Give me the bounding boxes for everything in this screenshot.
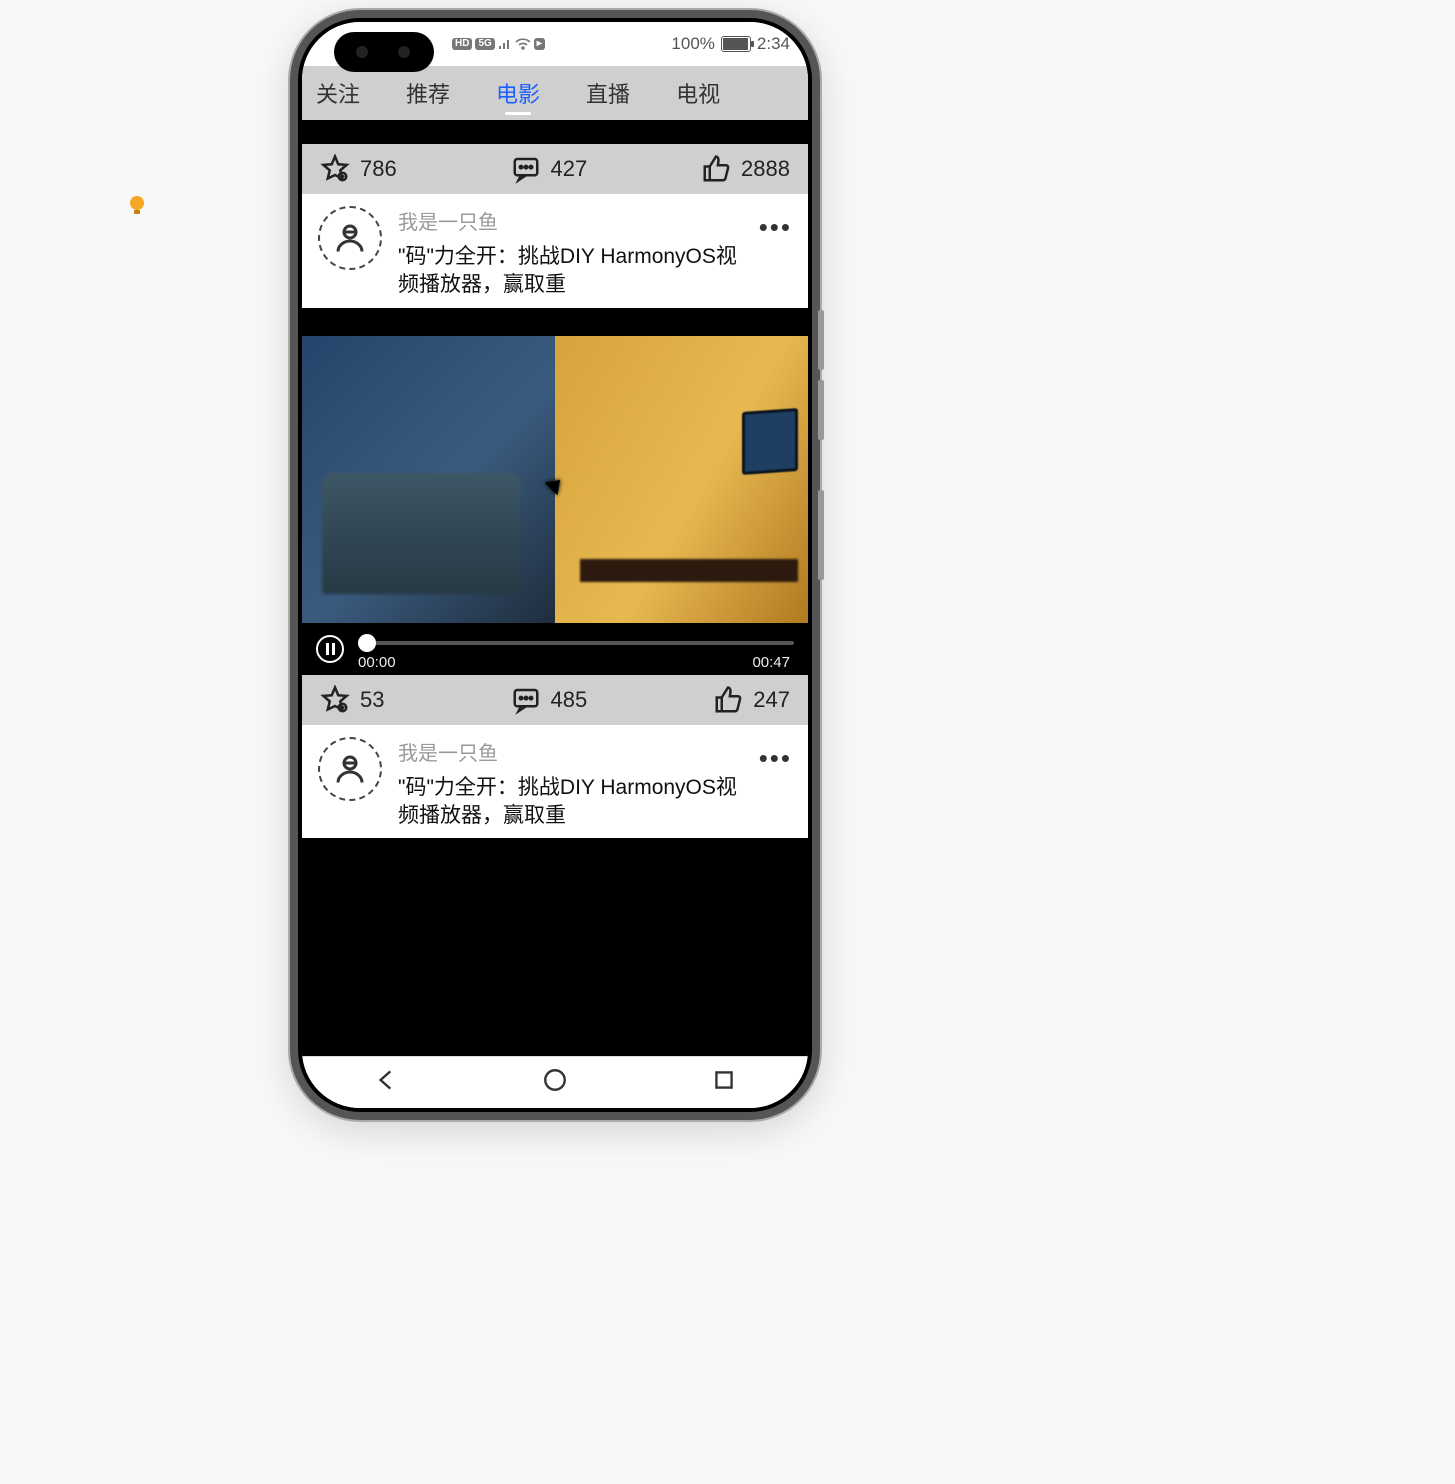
avatar[interactable]: [318, 737, 382, 801]
nav-back[interactable]: [373, 1067, 399, 1098]
player-controls: 00:00 00:47: [302, 623, 808, 675]
spacer: [302, 120, 808, 144]
post-title: "码"力全开：挑战DIY HarmonyOS视频播放器，赢取重: [398, 774, 743, 831]
tab-live[interactable]: 直播: [586, 77, 630, 109]
feed[interactable]: 786 427 2888: [302, 120, 808, 1056]
phone-frame: HD 5G ▸ 100% 2:34 关注 推荐 电影 直播 电视: [290, 10, 820, 1120]
favorite-stat[interactable]: 53: [320, 685, 384, 715]
progress-bar[interactable]: [358, 641, 794, 645]
tab-tv[interactable]: 电视: [676, 77, 720, 109]
post-header: 我是一只鱼 "码"力全开：挑战DIY HarmonyOS视频播放器，赢取重 ••…: [302, 725, 808, 839]
signal-icon: [498, 34, 512, 55]
stats-bar: 786 427 2888: [302, 144, 808, 194]
avatar[interactable]: [318, 206, 382, 270]
wifi-icon: [515, 34, 531, 55]
battery-percent: 100%: [671, 34, 714, 54]
thumbs-up-icon: [701, 154, 731, 184]
favorite-stat[interactable]: 786: [320, 154, 397, 184]
status-indicators: HD 5G ▸: [452, 34, 545, 55]
like-count: 2888: [741, 156, 790, 182]
stats-bar: 53 485 247: [302, 675, 808, 725]
comment-stat[interactable]: 485: [511, 685, 588, 715]
comment-count: 485: [551, 687, 588, 713]
more-button[interactable]: •••: [759, 743, 792, 774]
time-current: 00:00: [358, 654, 396, 671]
comment-icon: [511, 154, 541, 184]
comment-icon: [511, 685, 541, 715]
network-5g-icon: 5G: [475, 38, 494, 50]
user-icon: [332, 220, 368, 256]
time-duration: 00:47: [752, 654, 790, 671]
comment-stat[interactable]: 427: [511, 154, 588, 184]
tab-follow[interactable]: 关注: [316, 77, 360, 109]
comment-count: 427: [551, 156, 588, 182]
nav-recent[interactable]: [711, 1067, 737, 1098]
power-button: [818, 490, 824, 580]
video-player[interactable]: 00:00 00:47: [302, 308, 808, 675]
top-tabs: 关注 推荐 电影 直播 电视: [302, 66, 808, 120]
pause-button[interactable]: [316, 635, 344, 663]
system-nav-bar: [302, 1056, 808, 1108]
spacer: [302, 838, 808, 1056]
star-icon: [320, 154, 350, 184]
post-header: 我是一只鱼 "码"力全开：挑战DIY HarmonyOS视频播放器，赢取重 ••…: [302, 194, 808, 308]
thumbs-up-icon: [713, 685, 743, 715]
author-name: 我是一只鱼: [398, 737, 743, 766]
progress-thumb[interactable]: [358, 634, 376, 652]
camera-notch: [334, 32, 434, 72]
favorite-count: 786: [360, 156, 397, 182]
tab-movie[interactable]: 电影: [496, 77, 540, 109]
clock: 2:34: [757, 34, 790, 54]
lightbulb-icon: [128, 195, 146, 219]
star-icon: [320, 685, 350, 715]
more-button[interactable]: •••: [759, 212, 792, 243]
like-stat[interactable]: 247: [713, 685, 790, 715]
favorite-count: 53: [360, 687, 384, 713]
rec-icon: ▸: [534, 38, 545, 50]
volume-down-button: [818, 380, 824, 440]
author-name: 我是一只鱼: [398, 206, 743, 235]
nav-home[interactable]: [542, 1067, 568, 1098]
battery-icon: [721, 36, 751, 52]
hd-icon: HD: [452, 38, 472, 50]
post-title: "码"力全开：挑战DIY HarmonyOS视频播放器，赢取重: [398, 243, 743, 300]
like-stat[interactable]: 2888: [701, 154, 790, 184]
tab-recommend[interactable]: 推荐: [406, 77, 450, 109]
volume-up-button: [818, 310, 824, 370]
like-count: 247: [753, 687, 790, 713]
user-icon: [332, 751, 368, 787]
